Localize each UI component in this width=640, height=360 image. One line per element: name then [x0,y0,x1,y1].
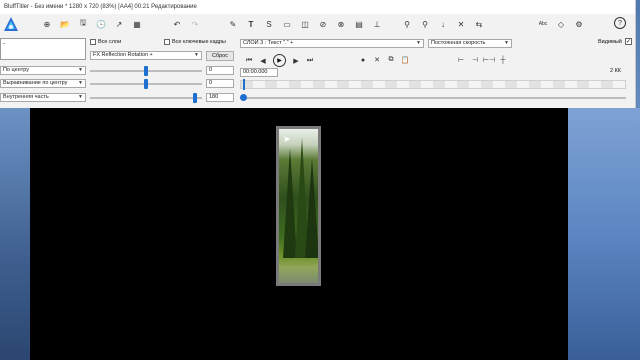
align-both-icon[interactable]: ⊢⊣ [482,54,496,66]
forest-image [279,129,318,283]
layer-toolbar: ✎ T S ▭ ◫ ⊘ ⊗ ▤ ⊥ [226,17,384,31]
transport-controls: ⏮ ◀ ▶ ▶ ⏭ [242,54,317,67]
time-field[interactable]: 00:00.000 [240,68,278,77]
timeline-marker[interactable] [243,79,245,90]
timeline-bar[interactable] [240,80,626,89]
align-horizontal-select[interactable]: По центру ▼ [0,66,86,75]
align-vertical-select[interactable]: Выравнивание по центру ▼ [0,79,86,88]
all-layers-label: Все слои [98,39,122,45]
title-bar: BluffTitler - Без имени * 1280 x 720 (83… [0,0,635,14]
speed-select[interactable]: Постоянная скорость ▼ [428,39,512,48]
timeline-slider-thumb[interactable] [240,94,247,101]
visible-label: Видимый [598,39,622,45]
value3-field[interactable]: 180 [206,93,234,102]
key-down-icon[interactable]: ↓ [436,17,450,31]
mouse-cursor-icon: ➤ [283,134,291,144]
undo-icon[interactable]: ↶ [170,17,184,31]
align-vertical-value: Выравнивание по центру [3,80,68,86]
app-logo-icon [4,17,18,31]
image-icon[interactable]: ▭ [280,17,294,31]
key-next-icon[interactable]: ⚲ [418,17,432,31]
right-toolbar: Abc ◇ ⚙ [536,17,586,31]
visible-checkbox[interactable]: ✓ [625,38,632,45]
text-input-box[interactable]: - [0,38,86,60]
reset-button[interactable]: Сброс [206,51,234,61]
desktop-right [568,108,640,360]
last-icon[interactable]: ⏭ [303,55,317,67]
redo-icon[interactable]: ↷ [188,17,202,31]
effect-value: FX Reflection Rotation + [93,52,153,58]
all-keyframes-checkbox[interactable]: Все ключевые кадры [164,39,226,45]
plugin-icon[interactable]: ▤ [352,17,366,31]
slider3-thumb[interactable] [193,93,197,103]
abc-icon[interactable]: Abc [536,17,550,31]
align-key-controls: ⊢ ⊣ ⊢⊣ ┼ [454,54,510,66]
key-icon[interactable]: ⚲ [400,17,414,31]
chevron-down-icon: ▼ [504,40,509,46]
chevron-down-icon: ▼ [78,94,83,100]
inner-part-value: Внутренняя часть [3,94,49,100]
paint-icon[interactable]: ✎ [226,17,240,31]
undo-toolbar: ↶ ↷ [170,17,202,31]
key-x-icon[interactable]: ✕ [454,17,468,31]
key-controls: ● ✕ ⧉ 📋 [356,54,412,66]
slider2-thumb[interactable] [144,79,148,89]
paste-key-icon[interactable]: 📋 [398,54,412,66]
next-icon[interactable]: ▶ [289,55,303,67]
align-left-icon[interactable]: ⊢ [454,54,468,66]
shape-icon[interactable]: ◇ [554,17,568,31]
slider3-track[interactable] [90,97,202,99]
effect-icon[interactable]: ⊗ [334,17,348,31]
window-title: BluffTitler - Без имени * 1280 x 720 (83… [4,4,197,10]
render-icon[interactable]: ▦ [130,17,144,31]
chevron-down-icon: ▼ [78,80,83,86]
checkbox-box[interactable] [90,39,96,45]
export-icon[interactable]: ↗ [112,17,126,31]
layer-icon[interactable]: ⊥ [370,17,384,31]
align-horizontal-value: По центру [3,67,29,73]
timeline-slider-track[interactable] [240,97,626,99]
value2-field[interactable]: 0 [206,79,234,88]
play-icon[interactable]: ▶ [273,54,286,67]
s-icon[interactable]: S [262,17,276,31]
prev-icon[interactable]: ◀ [256,55,270,67]
open-icon[interactable]: 📂 [58,17,72,31]
delete-key-icon[interactable]: ✕ [370,54,384,66]
chevron-down-icon: ▼ [78,67,83,73]
all-layers-checkbox[interactable]: Все слои [90,39,121,45]
first-icon[interactable]: ⏮ [242,55,256,67]
slider1-thumb[interactable] [144,66,148,76]
align-center-icon[interactable]: ┼ [496,54,510,66]
value1-field[interactable]: 0 [206,66,234,75]
text-icon[interactable]: T [244,17,258,31]
key-toolbar: ⚲ ⚲ ↓ ✕ ⇆ [400,17,486,31]
settings-icon[interactable]: ⚙ [572,17,586,31]
layer-select[interactable]: СЛОЙ 3 : Текст "." + ▼ [240,39,424,48]
key-sync-icon[interactable]: ⇆ [472,17,486,31]
new-icon[interactable]: ⊕ [40,17,54,31]
effect-select[interactable]: FX Reflection Rotation + ▼ [90,51,202,60]
recent-icon[interactable]: 🕓 [94,17,108,31]
app-window: BluffTitler - Без имени * 1280 x 720 (83… [0,0,636,108]
save-icon[interactable]: 🖫 [76,17,90,31]
camera-icon[interactable]: ◫ [298,17,312,31]
desktop-left [0,108,30,360]
record-icon[interactable]: ● [356,54,370,66]
layer-select-value: СЛОЙ 3 : Текст "." + [243,40,294,46]
keyframe-count: 2 КК [610,68,621,74]
inner-part-select[interactable]: Внутренняя часть ▼ [0,93,86,102]
chevron-down-icon: ▼ [194,52,199,58]
speed-select-value: Постоянная скорость [431,40,486,46]
file-toolbar: ⊕ 📂 🖫 🕓 ↗ ▦ [40,17,144,31]
align-right-icon[interactable]: ⊣ [468,54,482,66]
preview-image [276,126,321,286]
copy-key-icon[interactable]: ⧉ [384,54,398,66]
checkbox-box[interactable] [164,39,170,45]
tree-shape [305,158,318,258]
link-icon[interactable]: ⊘ [316,17,330,31]
chevron-down-icon: ▼ [416,40,421,46]
help-icon[interactable]: ? [614,17,626,29]
all-keyframes-label: Все ключевые кадры [172,39,226,45]
